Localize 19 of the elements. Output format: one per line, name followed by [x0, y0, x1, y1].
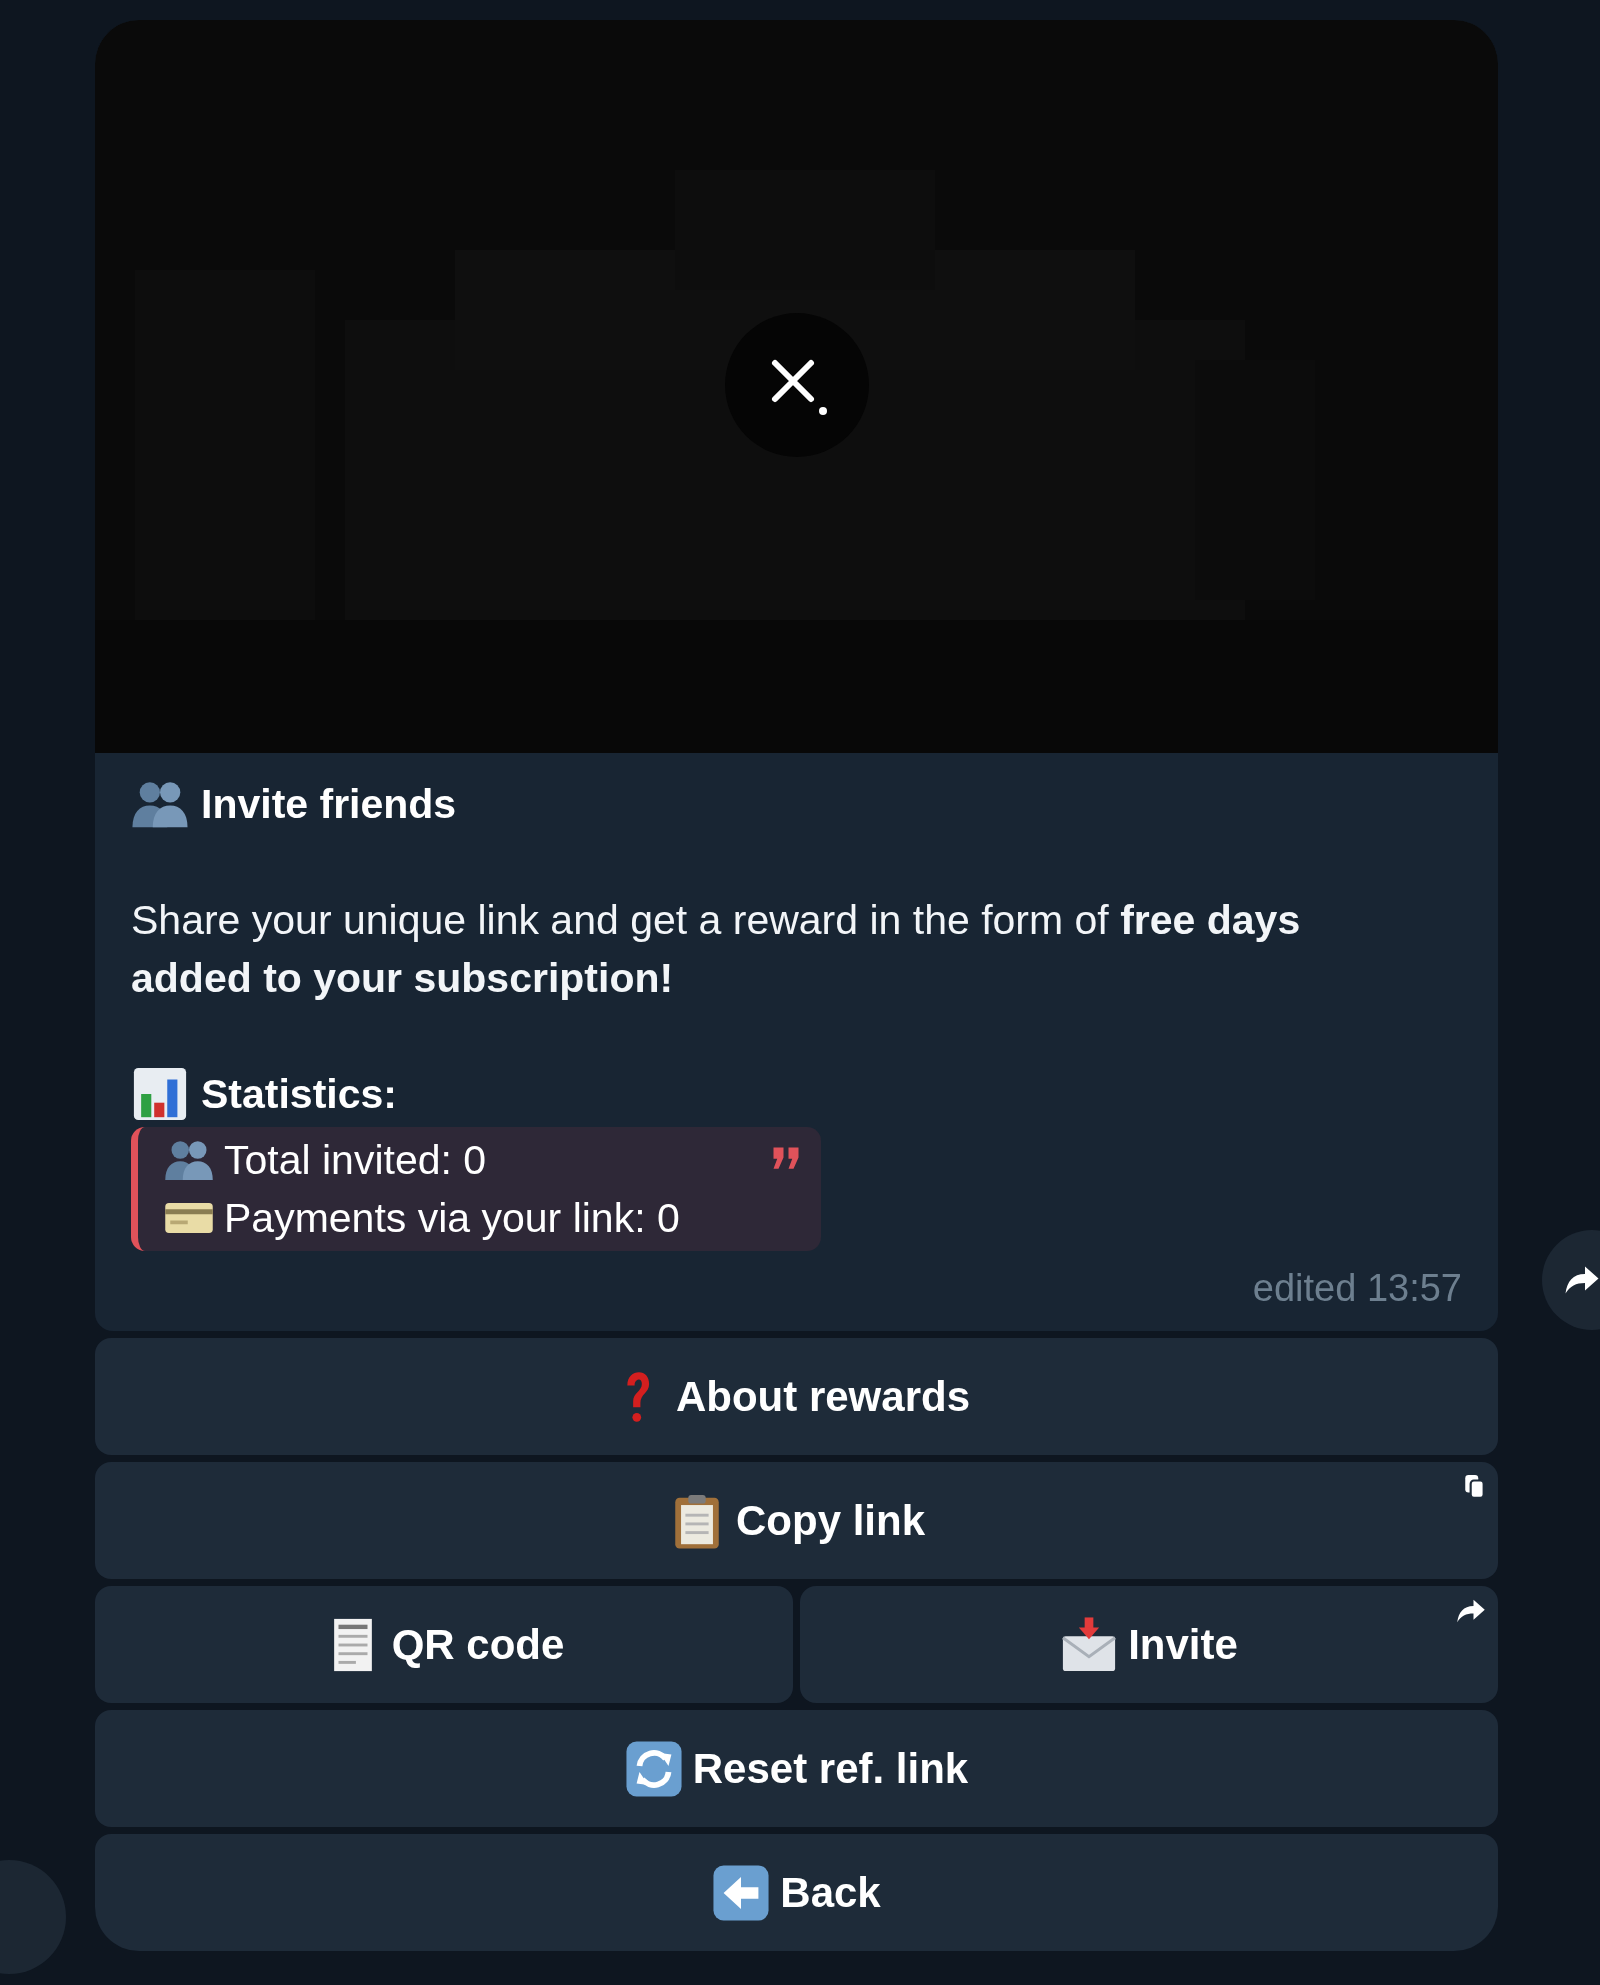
- message-title: Invite friends: [201, 780, 457, 829]
- bar-chart-icon: [131, 1065, 189, 1123]
- refresh-icon: [624, 1739, 683, 1798]
- envelope-icon: [1060, 1615, 1119, 1674]
- statistics-heading: Statistics:: [201, 1070, 397, 1119]
- keyboard-button[interactable]: Back: [95, 1834, 1498, 1951]
- share-icon: [1456, 1598, 1486, 1624]
- statistic-line: Total invited: 0: [224, 1136, 487, 1185]
- copy-icon: [1464, 1474, 1486, 1500]
- keyboard-button[interactable]: Copy link: [95, 1462, 1498, 1579]
- message-text: Share your unique link and get a reward in the form of free days added to your subscription!: [131, 896, 1302, 1003]
- keyboard-button[interactable]: Reset ref. link: [95, 1710, 1498, 1827]
- share-icon: [1564, 1265, 1600, 1295]
- quote-icon: [771, 1145, 801, 1170]
- keyboard-button[interactable]: About rewards: [95, 1338, 1498, 1455]
- keyboard-button[interactable]: QR code: [95, 1586, 793, 1703]
- edited-timestamp: edited 13:57: [1252, 1266, 1462, 1311]
- keyboard-button[interactable]: Invite: [800, 1586, 1498, 1703]
- statistic-line: Payments via your link: 0: [224, 1194, 680, 1243]
